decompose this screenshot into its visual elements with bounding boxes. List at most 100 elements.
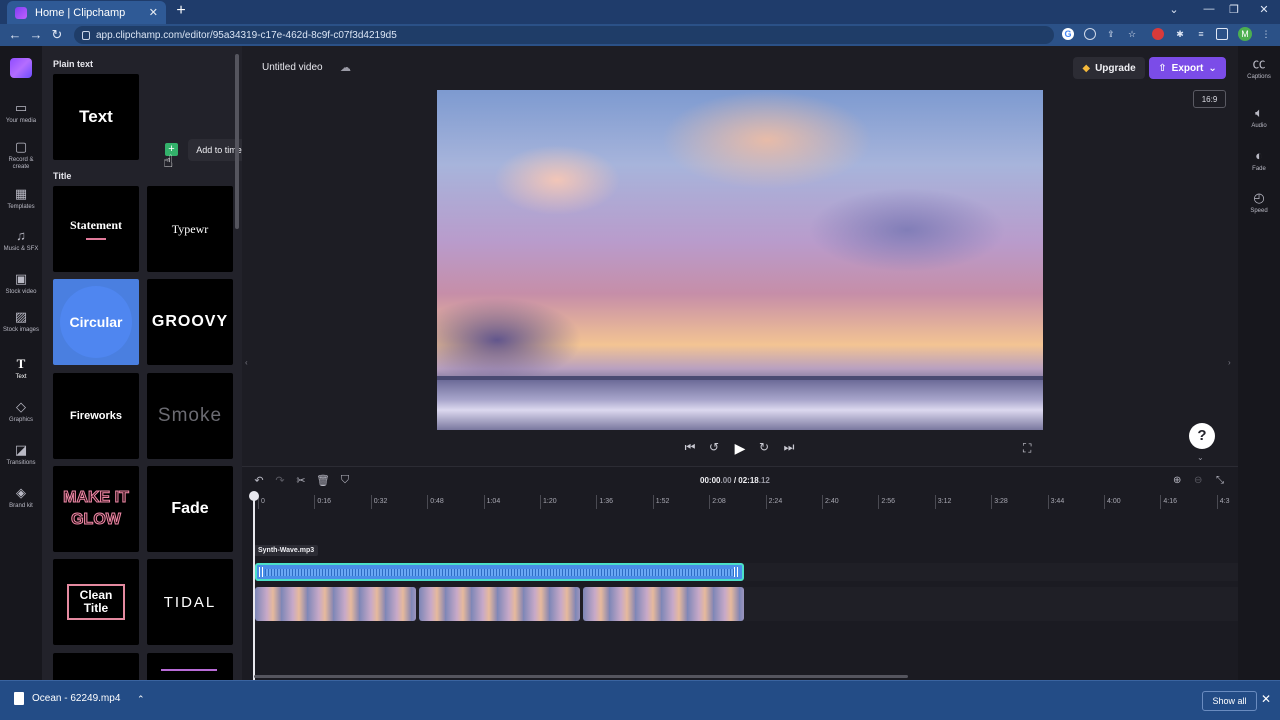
nav-graphics[interactable]: ◇ Graphics bbox=[0, 399, 42, 424]
nav-text[interactable]: T Text bbox=[0, 356, 42, 381]
browser-tab[interactable]: Home | Clipchamp ✕ bbox=[7, 1, 166, 24]
download-item[interactable]: Ocean - 62249.mp4 bbox=[14, 692, 120, 705]
export-button[interactable]: ⇧ Export ⌄ bbox=[1149, 57, 1226, 79]
text-card-fade[interactable]: Fade bbox=[147, 466, 233, 552]
clipchamp-logo[interactable] bbox=[10, 58, 32, 78]
nav-templates[interactable]: ▦ Templates bbox=[0, 186, 42, 211]
ruler-tick: 1:20 bbox=[540, 495, 557, 509]
url-bar[interactable]: app.clipchamp.com/editor/95a34319-c17e-4… bbox=[74, 26, 1054, 44]
project-title[interactable]: Untitled video bbox=[262, 62, 323, 73]
library-scrollbar[interactable] bbox=[235, 54, 239, 229]
text-card-fireworks[interactable]: Fireworks bbox=[53, 373, 139, 459]
delete-trash-icon[interactable]: 🗑 bbox=[316, 474, 330, 487]
play-icon[interactable]: ▶ bbox=[732, 440, 748, 457]
playhead[interactable] bbox=[253, 493, 255, 681]
google-icon[interactable]: G bbox=[1062, 28, 1074, 40]
download-extension-icon[interactable] bbox=[1084, 28, 1096, 40]
text-card-tidal[interactable]: TIDAL bbox=[147, 559, 233, 645]
chevron-up-icon[interactable]: ⌃ bbox=[137, 694, 145, 705]
nav-stock-video[interactable]: ▣ Stock video bbox=[0, 271, 42, 296]
reading-list-icon[interactable]: ≡ bbox=[1195, 28, 1207, 40]
download-file-name: Ocean - 62249.mp4 bbox=[32, 693, 121, 704]
diamond-icon: ◆ bbox=[1082, 62, 1091, 74]
window-close-icon[interactable]: ✕ bbox=[1254, 3, 1274, 16]
text-card-groovy[interactable]: GROOVY bbox=[147, 279, 233, 365]
text-card-clean-title[interactable]: Clean Title bbox=[53, 559, 139, 645]
rewind-5s-icon[interactable]: ↺ bbox=[706, 440, 722, 454]
lock-track-icon[interactable]: ⛉ bbox=[338, 474, 352, 487]
zoom-out-icon[interactable]: ⊖ bbox=[1194, 475, 1202, 486]
text-card-partial-1[interactable] bbox=[53, 653, 139, 680]
browser-menu-icon[interactable]: ⋮ bbox=[1260, 28, 1272, 40]
tab-search-icon[interactable]: ⌄ bbox=[1164, 3, 1184, 16]
nav-speed[interactable]: ◴ Speed bbox=[1238, 190, 1280, 214]
collapse-properties-icon[interactable]: › bbox=[1228, 358, 1231, 367]
undo-icon[interactable]: ↶ bbox=[252, 474, 266, 487]
nav-brand-kit[interactable]: ◈ Brand kit bbox=[0, 485, 42, 510]
upgrade-button[interactable]: ◆ Upgrade bbox=[1073, 57, 1145, 79]
text-card-plain[interactable]: Text bbox=[53, 74, 139, 160]
nav-music-sfx[interactable]: ♫ Music & SFX bbox=[0, 228, 42, 253]
audio-clip-start-handle[interactable] bbox=[259, 567, 263, 577]
minimize-icon[interactable]: — bbox=[1199, 3, 1219, 15]
ruler-tick: 1:36 bbox=[596, 495, 613, 509]
text-card-circular[interactable]: Circular bbox=[53, 279, 139, 365]
nav-transitions[interactable]: ◪ Transitions bbox=[0, 442, 42, 467]
text-card-smoke[interactable]: Smoke bbox=[147, 373, 233, 459]
collapse-library-icon[interactable]: ‹ bbox=[245, 358, 248, 367]
video-clip[interactable] bbox=[255, 587, 416, 621]
nav-audio[interactable]: 🔈︎ Audio bbox=[1238, 105, 1280, 129]
ruler-tick: 2:24 bbox=[765, 495, 782, 509]
audio-clip-end-handle[interactable] bbox=[734, 567, 738, 577]
forward-icon[interactable]: → bbox=[27, 27, 45, 42]
nav-your-media[interactable]: ▭ Your media bbox=[0, 100, 42, 125]
extension-red-icon[interactable] bbox=[1152, 28, 1164, 40]
text-card-typewriter[interactable]: Typewr bbox=[147, 186, 233, 272]
brand-icon: ◈ bbox=[16, 485, 26, 500]
nav-record-create[interactable]: ▢ Record & create bbox=[0, 139, 42, 171]
ruler-tick: 0:32 bbox=[370, 495, 387, 509]
video-preview[interactable] bbox=[437, 90, 1043, 430]
back-icon[interactable]: ← bbox=[6, 27, 24, 42]
video-clip[interactable] bbox=[419, 587, 580, 621]
music-icon: ♫ bbox=[16, 228, 26, 243]
new-tab-button[interactable]: + bbox=[172, 2, 190, 20]
text-card-partial-2[interactable] bbox=[147, 653, 233, 680]
fit-timeline-icon[interactable]: ⤡ bbox=[1216, 475, 1224, 486]
aspect-ratio-button[interactable]: 16:9 bbox=[1193, 90, 1226, 108]
image-icon: ▨ bbox=[14, 309, 28, 324]
restore-icon[interactable]: ❐ bbox=[1224, 3, 1244, 16]
text-card-statement[interactable]: Statement bbox=[53, 186, 139, 272]
video-clip[interactable] bbox=[583, 587, 744, 621]
ruler-tick: 3:12 bbox=[934, 495, 951, 509]
nav-stock-images[interactable]: ▨ Stock images bbox=[0, 309, 42, 334]
profile-avatar[interactable]: M bbox=[1238, 27, 1252, 41]
side-panel-icon[interactable] bbox=[1216, 28, 1228, 40]
text-card-glow[interactable]: MAKE IT GLOW bbox=[53, 466, 139, 552]
audio-waveform bbox=[265, 569, 735, 576]
show-all-button[interactable]: Show all bbox=[1202, 691, 1257, 711]
collapse-chevron-icon[interactable]: ⌄ bbox=[1197, 453, 1204, 462]
timeline-ruler[interactable]: 0 0:16 0:32 0:48 1:04 1:20 1:36 1:52 2:08 2:24 2:4… bbox=[254, 495, 1238, 511]
reload-icon[interactable]: ↻ bbox=[48, 27, 66, 43]
bookmark-star-icon[interactable]: ☆ bbox=[1126, 28, 1138, 40]
ruler-tick: 1:04 bbox=[483, 495, 500, 509]
forward-5s-icon[interactable]: ↻ bbox=[756, 440, 772, 454]
nav-captions[interactable]: ㏄ Captions bbox=[1238, 56, 1280, 80]
transitions-icon: ◪ bbox=[14, 442, 28, 457]
shapes-icon: ◇ bbox=[16, 399, 26, 414]
tab-close-icon[interactable]: ✕ bbox=[149, 6, 158, 19]
extensions-puzzle-icon[interactable]: ✱ bbox=[1174, 28, 1186, 40]
redo-icon[interactable]: ↷ bbox=[273, 474, 287, 487]
skip-back-icon[interactable]: ⏮ bbox=[682, 440, 698, 455]
skip-forward-icon[interactable]: ⏭ bbox=[781, 440, 797, 455]
help-button[interactable]: ? bbox=[1189, 423, 1215, 449]
close-download-bar-icon[interactable]: ✕ bbox=[1261, 692, 1271, 706]
nav-fade[interactable]: ◐ Fade bbox=[1238, 148, 1280, 172]
share-icon[interactable]: ⇪ bbox=[1105, 28, 1117, 40]
zoom-in-icon[interactable]: ⊕ bbox=[1173, 475, 1181, 486]
split-scissors-icon[interactable]: ✂ bbox=[294, 474, 308, 487]
audio-clip[interactable] bbox=[255, 563, 744, 581]
fullscreen-icon[interactable]: ⛶ bbox=[1023, 441, 1031, 456]
timeline-scrollbar[interactable] bbox=[254, 675, 908, 678]
